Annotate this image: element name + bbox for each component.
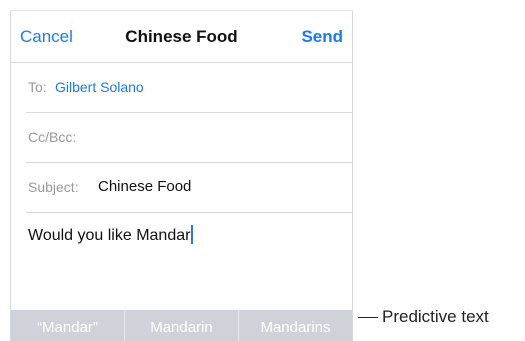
predictive-text-callout: Predictive text <box>358 305 489 329</box>
cc-bcc-label: Cc/Bcc: <box>28 129 77 145</box>
cc-bcc-field[interactable]: Cc/Bcc: <box>26 113 352 163</box>
text-cursor <box>191 225 194 244</box>
suggestion-mandarin[interactable]: Mandarin <box>125 310 238 341</box>
to-field[interactable]: To: Gilbert Solano <box>26 63 352 113</box>
callout-label: Predictive text <box>382 307 489 326</box>
navigation-bar: Cancel Chinese Food Send <box>11 11 352 63</box>
message-body-text: Would you like Mandar <box>28 227 191 244</box>
callout-leader-line <box>358 316 378 318</box>
recipient-token[interactable]: Gilbert Solano <box>55 79 144 95</box>
subject-label: Subject: <box>28 179 79 195</box>
send-button[interactable]: Send <box>301 27 343 47</box>
predictive-text-bar: “Mandar” Mandarin Mandarins <box>11 310 352 341</box>
suggestion-mandarins[interactable]: Mandarins <box>239 310 352 341</box>
to-label: To: <box>28 79 47 95</box>
suggestion-typed-word[interactable]: “Mandar” <box>11 310 124 341</box>
message-body[interactable]: Would you like Mandar <box>28 225 194 245</box>
mail-compose-screen: Cancel Chinese Food Send To: Gilbert Sol… <box>10 10 353 341</box>
subject-field[interactable]: Subject: Chinese Food <box>26 163 352 213</box>
subject-value[interactable]: Chinese Food <box>98 178 191 195</box>
